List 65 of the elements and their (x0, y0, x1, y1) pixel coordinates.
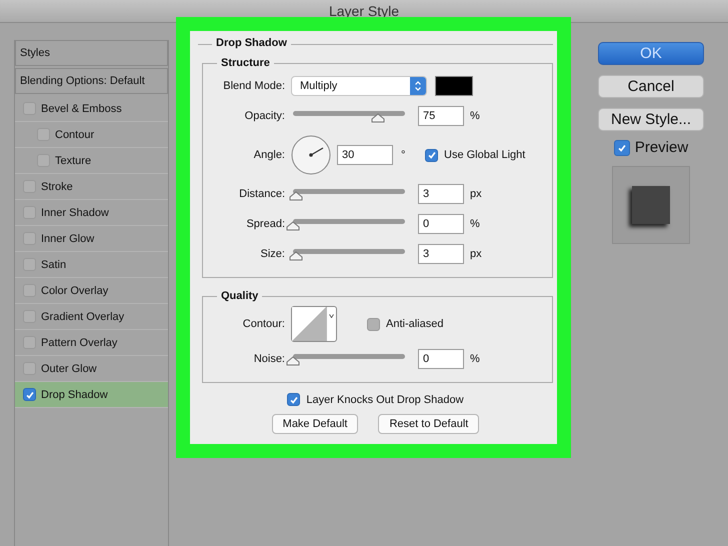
sidebar-item[interactable]: Contour (15, 122, 168, 148)
unit-label: % (470, 353, 480, 365)
slider-handle[interactable] (371, 112, 386, 122)
value-field[interactable]: 0 (418, 349, 464, 369)
color-swatch[interactable] (435, 76, 473, 96)
sidebar-item[interactable]: Satin (15, 252, 168, 278)
checkbox-label: Anti-aliased (386, 318, 444, 330)
section-title: Structure (220, 57, 271, 69)
unit-label: ° (401, 149, 406, 161)
checkbox[interactable] (425, 148, 438, 162)
sidebar-item[interactable]: Drop Shadow (15, 382, 168, 408)
window-title: Layer Style (328, 3, 400, 19)
slider-handle[interactable] (286, 220, 300, 230)
sidebar-item[interactable]: Bevel & Emboss (15, 96, 168, 122)
slider-handle[interactable] (289, 250, 304, 260)
sidebar-item[interactable]: Gradient Overlay (15, 304, 168, 330)
sidebar-header[interactable]: Blending Options: Default (15, 68, 168, 94)
section-title: Drop Shadow (212, 37, 291, 49)
angle-dial[interactable] (291, 135, 331, 175)
sidebar-item[interactable]: Inner Shadow (15, 200, 168, 226)
checkmark-icon (426, 150, 436, 160)
stepper-icon (410, 77, 426, 95)
slider-handle[interactable] (286, 356, 300, 366)
field-label: Angle: (252, 149, 286, 161)
checkbox[interactable] (367, 318, 380, 330)
section-title: Quality (220, 290, 260, 302)
field-label: Spread: (245, 218, 286, 230)
contour-picker[interactable] (291, 306, 337, 342)
field-label: Distance: (238, 188, 286, 200)
checkbox-label: Use Global Light (444, 149, 526, 161)
checkbox[interactable] (287, 393, 300, 406)
field-label: Opacity: (244, 110, 286, 122)
sidebar-item[interactable]: Texture (15, 148, 168, 174)
checkmark-icon (288, 394, 299, 404)
sidebar-item[interactable]: Inner Glow (15, 226, 168, 252)
checkbox-label: Layer Knocks Out Drop Shadow (306, 394, 464, 406)
value-field[interactable]: 3 (418, 244, 464, 264)
blend-mode-dropdown[interactable]: Multiply (291, 76, 427, 96)
checkbox[interactable] (23, 388, 36, 401)
checkmark-icon (616, 142, 627, 152)
value-field[interactable]: 75 (418, 106, 464, 126)
caret-icon (329, 314, 334, 318)
field-label: Contour: (242, 318, 286, 330)
field-label: Noise: (252, 353, 286, 365)
checkbox[interactable] (614, 140, 630, 156)
unit-label: px (470, 188, 482, 200)
dialog-button[interactable]: New Style... (598, 108, 704, 131)
value-field[interactable]: 3 (418, 184, 464, 204)
field-label: Size: (260, 248, 286, 260)
sidebar-item[interactable]: Stroke (15, 174, 168, 200)
panel-button[interactable]: Reset to Default (378, 414, 480, 434)
checkbox-label: Preview (634, 139, 688, 156)
checkmark-icon (24, 390, 34, 400)
unit-label: px (470, 248, 482, 260)
sidebar-item[interactable]: Color Overlay (15, 278, 168, 304)
sidebar-item[interactable]: Pattern Overlay (15, 330, 168, 356)
angle-field[interactable]: 30 (337, 145, 393, 165)
sidebar-header[interactable]: Styles (15, 40, 168, 66)
panel-button[interactable]: Make Default (272, 414, 358, 434)
value-field[interactable]: 0 (418, 214, 464, 234)
dialog-button[interactable]: Cancel (598, 75, 704, 98)
unit-label: % (470, 218, 480, 230)
unit-label: % (470, 110, 480, 122)
slider-handle[interactable] (289, 190, 304, 200)
field-label: Blend Mode: (222, 80, 286, 92)
